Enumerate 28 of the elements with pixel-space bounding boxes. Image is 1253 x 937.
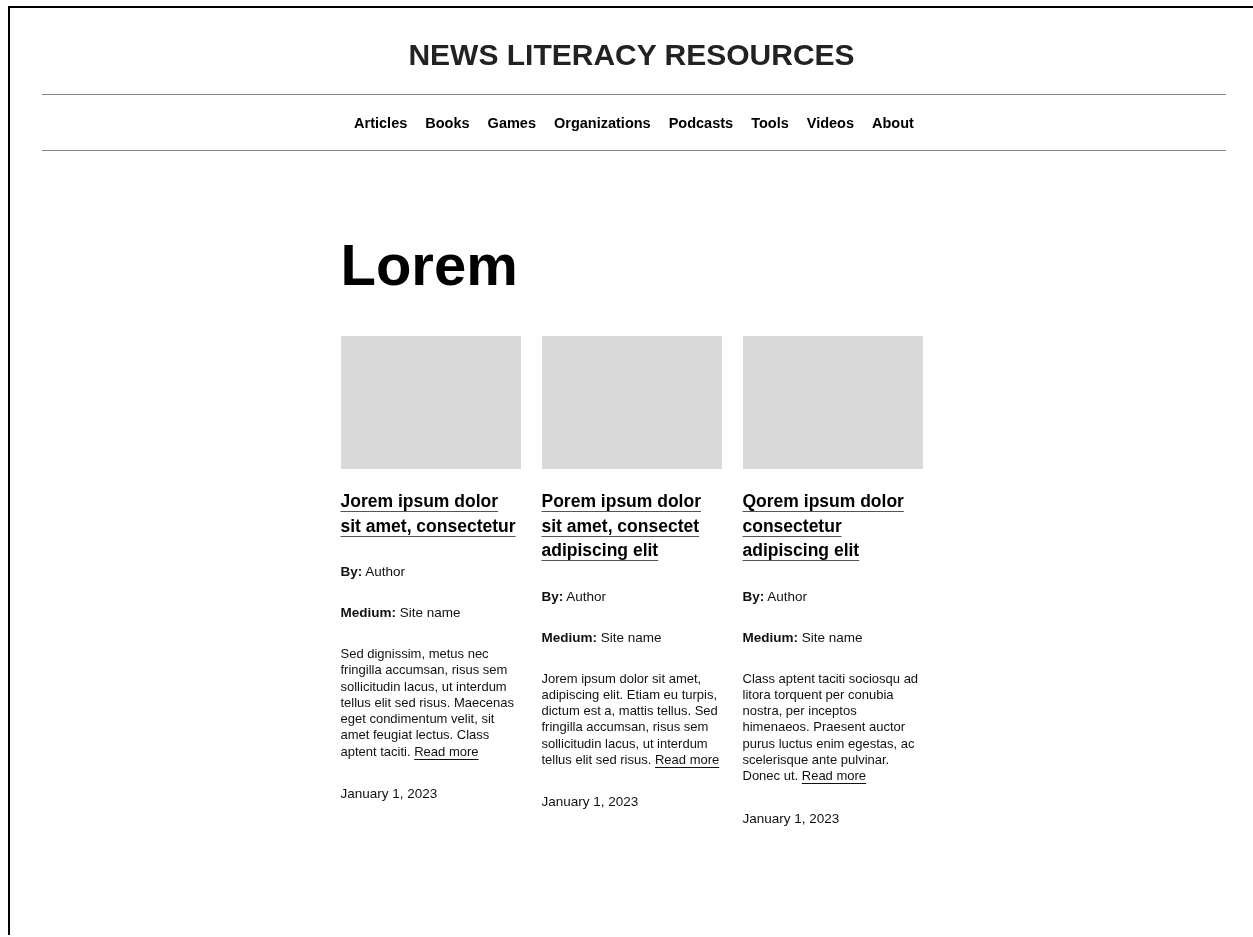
medium-line: Medium: Site name [340,605,461,620]
card-title-link[interactable]: Jorem ipsum dolor sit amet, consectetur [340,489,521,538]
byline: By: Author [541,588,607,604]
card-date: January 1, 2023 [340,786,438,802]
card-description: Sed dignissim, metus nec fringilla accumsan, risus sem sollicitudin lacus, ut interdum tellus elit sed risus. Maecenas eget condimentum velit, sit amet feugiat lectus. Class aptent taciti. Read more [340,646,515,761]
medium-line: Medium: Site name [742,629,863,645]
nav-link[interactable]: Videos [806,115,855,131]
read-more-link[interactable]: Read more [801,768,867,784]
card-description: Class aptent taciti sociosqu ad litora torquent per conubia nostra, per inceptos himenaeos. Praesent auctor purus luctus enim egestas, ac scelerisque ante pulvinar. Donec ut. Read more [742,670,920,785]
read-more-link[interactable]: Read more [414,743,479,759]
nav-link[interactable]: About [872,115,914,131]
byline: By: Author [340,564,406,579]
card-title-link[interactable]: Qorem ipsum dolor consectetur adipiscing elit [742,489,923,563]
page-heading: Lorem [340,231,519,298]
card-date: January 1, 2023 [541,794,639,810]
read-more-link[interactable]: Read more [654,752,720,767]
card-date: January 1, 2023 [742,810,840,826]
card-title-link[interactable]: Porem ipsum dolor sit amet, consectet adipiscing elit [541,489,722,563]
site-title: NEWS LITERACY RESOURCES [408,38,855,72]
nav-link[interactable]: Tools [751,115,789,131]
nav-link[interactable]: Organizations [554,115,651,131]
nav-link[interactable]: Articles [354,115,408,131]
byline: By: Author [742,588,808,604]
medium-line: Medium: Site name [541,629,662,645]
nav-link[interactable]: Games [487,115,536,131]
nav-link[interactable]: Podcasts [668,115,734,131]
nav-link[interactable]: Books [425,115,470,131]
card-description: Jorem ipsum dolor sit amet, adipiscing elit. Etiam eu turpis, dictum est a, mattis tellus. Sed fringilla accumsan, risus sem sollicitudin lacus, ut interdum tellus elit sed risus. Read more [541,670,721,769]
